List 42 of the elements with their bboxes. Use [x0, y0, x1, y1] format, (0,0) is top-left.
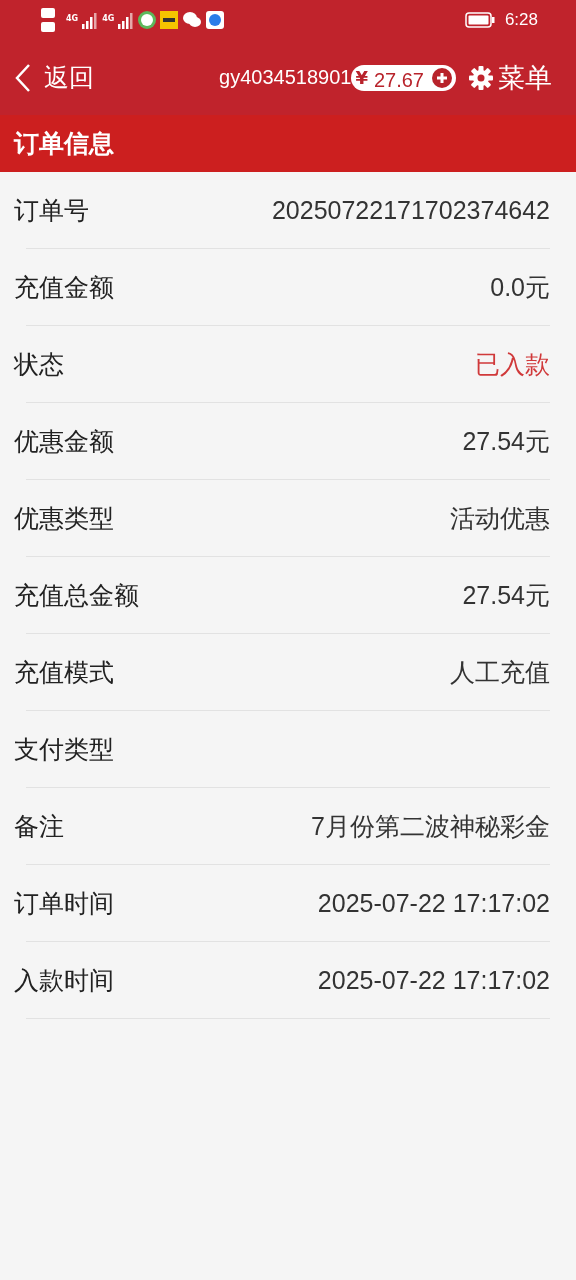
- app-icon: [138, 11, 157, 29]
- field-value: 人工充值: [450, 656, 550, 688]
- chat-icon: [182, 11, 203, 29]
- field-value: 2025-07-22 17:17:02: [317, 965, 550, 995]
- field-value: 已入款: [475, 348, 550, 380]
- app-icon: [160, 11, 179, 29]
- field-value: 2025-07-22 17:17:02: [317, 888, 550, 918]
- field-label: 支付类型: [14, 733, 114, 766]
- menu-button[interactable]: 菜单: [468, 59, 552, 96]
- back-chevron-icon: [14, 62, 32, 93]
- section-title: 订单信息: [14, 128, 114, 160]
- field-value: 27.54元: [462, 579, 550, 611]
- plus-icon[interactable]: [432, 67, 452, 88]
- network-label: 4G: [66, 14, 79, 23]
- field-label: 优惠金额: [14, 425, 114, 458]
- settings-icon: [468, 64, 494, 91]
- field-label: 充值模式: [14, 656, 114, 689]
- signal-icon: [118, 11, 135, 29]
- field-value: 0.0元: [490, 271, 550, 303]
- balance-amount: 27.67: [373, 68, 424, 92]
- field-label: 充值总金额: [14, 579, 139, 612]
- field-label: 充值金额: [14, 271, 114, 304]
- field-label: 状态: [14, 348, 64, 381]
- network-label: 4G: [102, 14, 115, 23]
- back-button[interactable]: 返回: [14, 61, 94, 94]
- account-name: gy4034518901: [219, 66, 352, 89]
- field-label: 入款时间: [14, 964, 114, 997]
- field-label: 订单时间: [14, 887, 114, 920]
- field-value: 27.54元: [462, 425, 550, 457]
- field-label: 优惠类型: [14, 502, 114, 535]
- back-label: 返回: [44, 62, 94, 94]
- field-label: 备注: [14, 810, 64, 843]
- signal-icon: [82, 11, 99, 29]
- app-icon: [206, 11, 225, 29]
- currency-symbol: ¥: [355, 67, 368, 88]
- field-value: 活动优惠: [450, 502, 550, 534]
- field-value: 20250722171702374642: [271, 195, 550, 225]
- battery-icon: [464, 12, 495, 28]
- field-label: 订单号: [14, 194, 89, 227]
- field-value: 7月份第二波神秘彩金: [311, 810, 550, 842]
- clock-time: 6:28: [504, 10, 538, 30]
- balance-pill[interactable]: ¥ 27.67: [351, 64, 456, 91]
